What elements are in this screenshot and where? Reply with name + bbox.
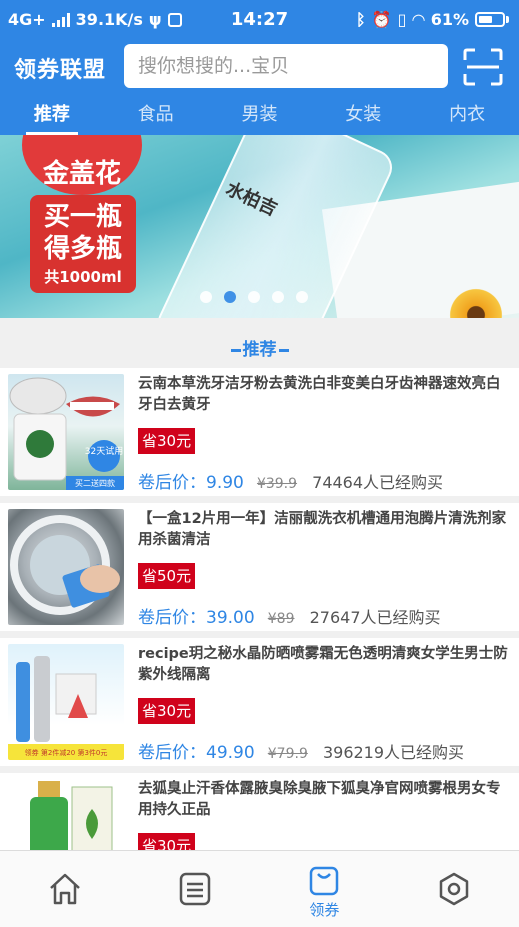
section-title: 推荐 <box>0 335 519 365</box>
list-icon <box>179 872 210 906</box>
price-row: 卷后价：9.90 ¥39.9 74464人已经购买 <box>138 468 443 493</box>
thumb-badge: 32天试用 <box>85 445 123 457</box>
sold-count: 74464人已经购买 <box>312 473 444 492</box>
product-thumbnail: 领券 第2件减20 第3件0元 <box>8 644 124 760</box>
sold-count: 396219人已经购买 <box>322 743 465 762</box>
product-info: 【一盒12片用一年】洁丽靓洗衣机槽通用泡腾片清洗剂家用杀菌清洁 省50元 卷后价… <box>138 509 511 628</box>
alarm-icon: ⏰ <box>371 10 392 29</box>
banner-top-text: 金盖花 <box>22 135 142 195</box>
nav-coupon-label: 领券 <box>309 901 340 919</box>
nav-settings[interactable] <box>389 851 519 927</box>
scan-icon[interactable] <box>463 48 503 86</box>
coupon-badge[interactable]: 省30元 <box>138 698 196 724</box>
vibrate-icon: ▯ <box>397 10 407 29</box>
price-label: 卷后价： <box>138 743 206 763</box>
product-name: recipe玥之秘水晶防晒喷雾霜无色透明清爽女学生男士防紫外线隔离 <box>138 646 508 683</box>
battery-icon <box>475 12 509 27</box>
price-row: 卷后价：39.00 ¥89 27647人已经购买 <box>138 603 441 628</box>
nav-list[interactable] <box>130 851 260 927</box>
product-name: 【一盒12片用一年】洁丽靓洗衣机槽通用泡腾片清洗剂家用杀菌清洁 <box>138 511 507 548</box>
search-input[interactable] <box>124 44 448 88</box>
price-row: 卷后价：49.90 ¥79.9 396219人已经购买 <box>138 738 464 763</box>
product-name: 云南本草洗牙洁牙粉去黄洗白非变美白牙齿神器速效亮白牙白去黄牙 <box>138 376 501 413</box>
app-title: 领券联盟 <box>14 58 107 83</box>
home-icon <box>50 873 80 905</box>
nav-coupon[interactable]: 领券 <box>260 851 390 927</box>
thumb-caption: 领券 第2件减20 第3件0元 <box>25 748 108 757</box>
original-price: ¥89 <box>267 611 295 627</box>
banner-dot[interactable] <box>248 291 260 303</box>
product-info: 云南本草洗牙洁牙粉去黄洗白非变美白牙齿神器速效亮白牙白去黄牙 省30元 卷后价：… <box>138 374 511 493</box>
tab-food[interactable]: 食品 <box>104 95 208 135</box>
status-right: ᛒ ⏰ ▯ ◠ 61% <box>356 10 509 29</box>
product-thumbnail: 32天试用 买二送四款 <box>8 374 124 490</box>
banner-dot[interactable] <box>272 291 284 303</box>
tab-underwear[interactable]: 内衣 <box>415 95 519 135</box>
offer-line-2: 得多瓶 <box>43 234 122 264</box>
tab-womenswear[interactable]: 女装 <box>311 95 415 135</box>
wifi-icon: ◠ <box>412 10 425 29</box>
list-item[interactable]: 【一盒12片用一年】洁丽靓洗衣机槽通用泡腾片清洗剂家用杀菌清洁 省50元 卷后价… <box>0 503 519 631</box>
product-thumbnail <box>8 509 124 625</box>
banner-dot[interactable] <box>224 291 236 303</box>
banner-offer: 买一瓶 得多瓶 共1000ml <box>30 195 136 293</box>
bluetooth-icon: ᛒ <box>356 10 366 29</box>
tab-recommend[interactable]: 推荐 <box>0 95 104 135</box>
original-price: ¥79.9 <box>267 746 308 762</box>
thumb-caption: 买二送四款 <box>75 478 115 488</box>
price-label: 卷后价： <box>138 473 206 493</box>
price-value: 9.90 <box>206 473 244 493</box>
banner-indicator <box>200 291 308 303</box>
list-item[interactable]: 32天试用 买二送四款 云南本草洗牙洁牙粉去黄洗白非变美白牙齿神器速效亮白牙白去… <box>0 368 519 496</box>
product-name: 去狐臭止汗香体露腋臭除臭腋下狐臭净官网喷雾根男女专用持久正品 <box>138 781 501 818</box>
bottom-nav: 领券 <box>0 850 519 927</box>
search-box[interactable] <box>124 44 448 88</box>
price-label: 卷后价： <box>138 608 206 628</box>
price-value: 39.00 <box>206 608 255 628</box>
banner-dot[interactable] <box>296 291 308 303</box>
status-bar: 4G+ 39.1K/s ψ 14:27 ᛒ ⏰ ▯ ◠ 61% <box>0 0 519 40</box>
banner-dot[interactable] <box>200 291 212 303</box>
sold-count: 27647人已经购买 <box>309 608 441 627</box>
product-info: 去狐臭止汗香体露腋臭除臭腋下狐臭净官网喷雾根男女专用持久正品 省30元 <box>138 779 511 853</box>
coupon-badge[interactable]: 省50元 <box>138 563 196 589</box>
offer-line-1: 买一瓶 <box>43 202 122 232</box>
price-value: 49.90 <box>206 743 255 763</box>
battery-percent: 61% <box>430 10 469 29</box>
offer-volume: 共1000ml <box>44 268 122 286</box>
tab-menswear[interactable]: 男装 <box>208 95 312 135</box>
product-thumbnail <box>8 779 124 853</box>
app-header: 领券联盟 <box>0 40 519 95</box>
bag-icon <box>310 866 339 896</box>
list-item[interactable]: 去狐臭止汗香体露腋臭除臭腋下狐臭净官网喷雾根男女专用持久正品 省30元 <box>0 773 519 853</box>
nav-home[interactable] <box>0 851 130 927</box>
category-tabs: 推荐 食品 男装 女装 内衣 <box>0 95 519 135</box>
list-item[interactable]: 领券 第2件减20 第3件0元 recipe玥之秘水晶防晒喷雾霜无色透明清爽女学… <box>0 638 519 766</box>
settings-hex-icon <box>439 872 469 906</box>
product-info: recipe玥之秘水晶防晒喷雾霜无色透明清爽女学生男士防紫外线隔离 省30元 卷… <box>138 644 511 763</box>
coupon-badge[interactable]: 省30元 <box>138 428 196 454</box>
original-price: ¥39.9 <box>256 476 298 492</box>
section-title-text: 推荐 <box>242 340 277 360</box>
